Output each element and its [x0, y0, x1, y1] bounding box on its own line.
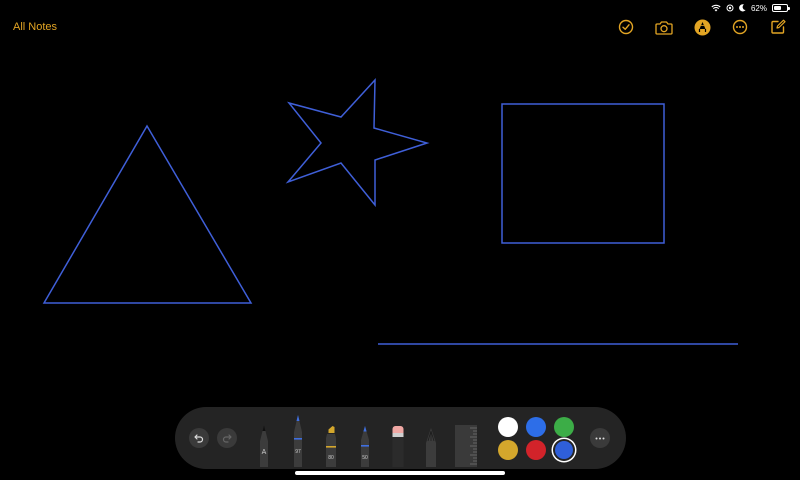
- color-swatch-green[interactable]: [554, 417, 574, 437]
- palette-more-button[interactable]: [590, 428, 610, 448]
- monoline-pen-label: A: [261, 449, 267, 456]
- home-indicator[interactable]: [295, 471, 505, 475]
- undo-button[interactable]: [189, 428, 209, 448]
- redo-icon: [222, 434, 232, 443]
- eraser-tool[interactable]: [389, 425, 407, 467]
- undo-icon: [194, 434, 204, 443]
- pen-size-label: 97: [295, 449, 301, 455]
- more-dots-icon: [595, 437, 605, 439]
- color-swatch-custom-selected[interactable]: [555, 441, 573, 459]
- pencil-tool[interactable]: 50: [356, 425, 374, 467]
- star-stroke: [285, 78, 430, 208]
- lasso-tool[interactable]: [422, 427, 440, 467]
- color-swatch-blue[interactable]: [526, 417, 546, 437]
- monoline-pen-icon: [260, 425, 268, 467]
- redo-button[interactable]: [217, 428, 237, 448]
- ruler-tool[interactable]: [455, 425, 477, 467]
- tool-palette: A 97 80 50: [175, 407, 626, 469]
- marker-size-label: 80: [328, 455, 334, 461]
- triangle-stroke: [42, 124, 253, 304]
- monoline-pen-tool[interactable]: A: [255, 422, 273, 467]
- marker-tool[interactable]: 80: [322, 425, 340, 467]
- pen-tool[interactable]: 97: [289, 414, 307, 467]
- pencil-size-label: 50: [362, 455, 368, 461]
- ruler-icon: [455, 425, 477, 467]
- color-swatch-white[interactable]: [498, 417, 518, 437]
- square-stroke: [501, 103, 665, 244]
- lasso-icon: [426, 428, 436, 467]
- color-swatch-red[interactable]: [526, 440, 546, 460]
- eraser-icon: [392, 426, 404, 467]
- pen-icon: [294, 415, 302, 467]
- color-swatch-yellow[interactable]: [498, 440, 518, 460]
